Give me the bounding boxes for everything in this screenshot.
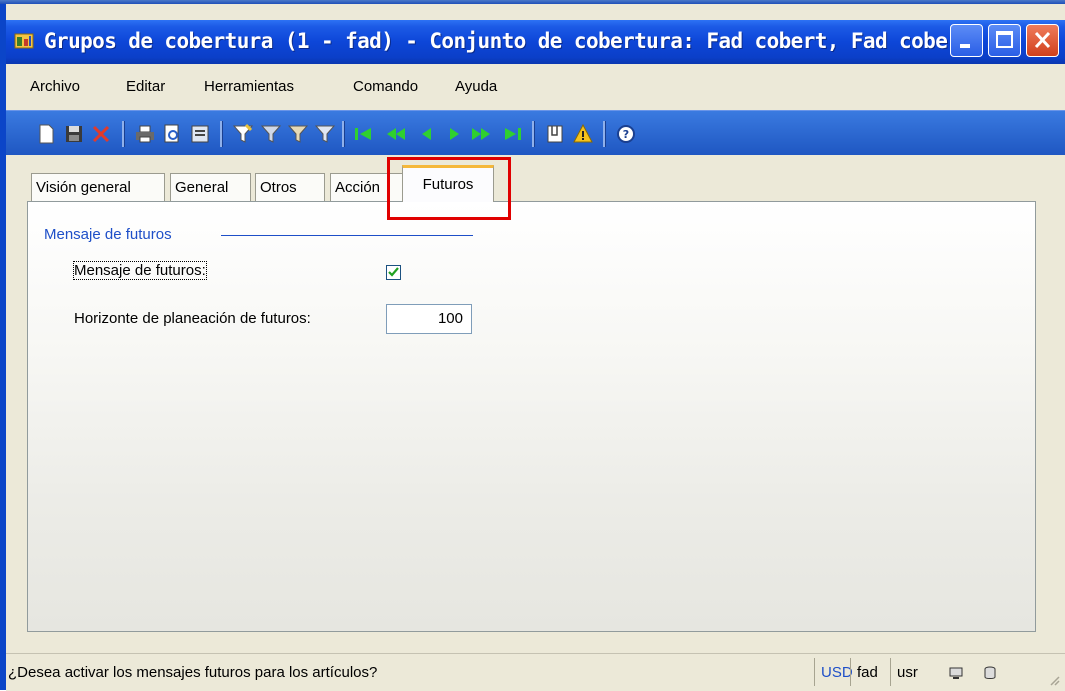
menu-bar: Archivo Editar Herramientas Comando Ayud…	[6, 70, 1065, 104]
previous-record-icon[interactable]	[416, 123, 438, 145]
futures-horizon-label: Horizonte de planeación de futuros:	[74, 310, 311, 327]
tab-otros[interactable]: Otros	[255, 173, 325, 201]
futures-horizon-input[interactable]: 100	[386, 304, 472, 334]
minimize-icon	[960, 44, 970, 48]
next-page-icon[interactable]	[470, 123, 492, 145]
delete-icon[interactable]	[90, 123, 112, 145]
menu-ayuda[interactable]: Ayuda	[455, 78, 497, 95]
attach-document-icon[interactable]	[544, 123, 566, 145]
svg-text:?: ?	[623, 128, 629, 141]
toolbar-separator	[122, 121, 125, 147]
status-company[interactable]: fad	[850, 658, 882, 686]
workstation-icon	[949, 667, 963, 679]
app-icon	[14, 33, 34, 49]
menu-archivo[interactable]: Archivo	[30, 78, 80, 95]
menu-comando[interactable]: Comando	[353, 78, 418, 95]
futures-message-checkbox[interactable]	[386, 265, 401, 280]
export-icon[interactable]	[189, 123, 211, 145]
close-icon	[1034, 31, 1051, 49]
first-record-icon[interactable]	[352, 123, 374, 145]
advanced-filter-icon[interactable]	[287, 123, 309, 145]
toolbar-separator	[532, 121, 535, 147]
group-title: Mensaje de futuros	[44, 226, 172, 243]
menu-editar[interactable]: Editar	[126, 78, 165, 95]
title-bar[interactable]: Grupos de cobertura (1 - fad) - Conjunto…	[6, 20, 1065, 64]
highlight-box	[387, 157, 511, 220]
new-icon[interactable]	[35, 123, 57, 145]
next-record-icon[interactable]	[443, 123, 465, 145]
menu-herramientas[interactable]: Herramientas	[204, 78, 294, 95]
tab-general[interactable]: General	[170, 173, 251, 201]
group-divider	[221, 235, 473, 236]
tab-vision-general[interactable]: Visión general	[31, 173, 165, 201]
print-preview-icon[interactable]	[161, 123, 183, 145]
print-icon[interactable]	[134, 123, 156, 145]
last-record-icon[interactable]	[502, 123, 524, 145]
toolbar: ?	[6, 110, 1065, 155]
status-bar: ¿Desea activar los mensajes futuros para…	[6, 653, 1065, 691]
futures-message-label: Mensaje de futuros:	[73, 261, 207, 280]
maximize-icon	[996, 31, 1013, 48]
help-icon[interactable]: ?	[615, 123, 637, 145]
filter-by-form-icon[interactable]	[260, 123, 282, 145]
status-user: usr	[890, 658, 922, 686]
previous-page-icon[interactable]	[385, 123, 407, 145]
alert-icon[interactable]	[572, 123, 594, 145]
checkmark-icon	[388, 267, 399, 277]
window-top-edge	[0, 0, 1065, 4]
maximize-button[interactable]	[988, 24, 1021, 57]
resize-grip-icon[interactable]	[1046, 672, 1060, 686]
save-icon[interactable]	[63, 123, 85, 145]
database-icon	[984, 666, 996, 679]
toolbar-separator	[342, 121, 345, 147]
toolbar-separator	[603, 121, 606, 147]
close-button[interactable]	[1026, 24, 1059, 57]
filter-by-selection-icon[interactable]	[232, 123, 254, 145]
toolbar-separator	[220, 121, 223, 147]
remove-filter-icon[interactable]	[314, 123, 336, 145]
status-text: ¿Desea activar los mensajes futuros para…	[8, 664, 378, 681]
minimize-button[interactable]	[950, 24, 983, 57]
window-title: Grupos de cobertura (1 - fad) - Conjunto…	[44, 29, 1008, 53]
